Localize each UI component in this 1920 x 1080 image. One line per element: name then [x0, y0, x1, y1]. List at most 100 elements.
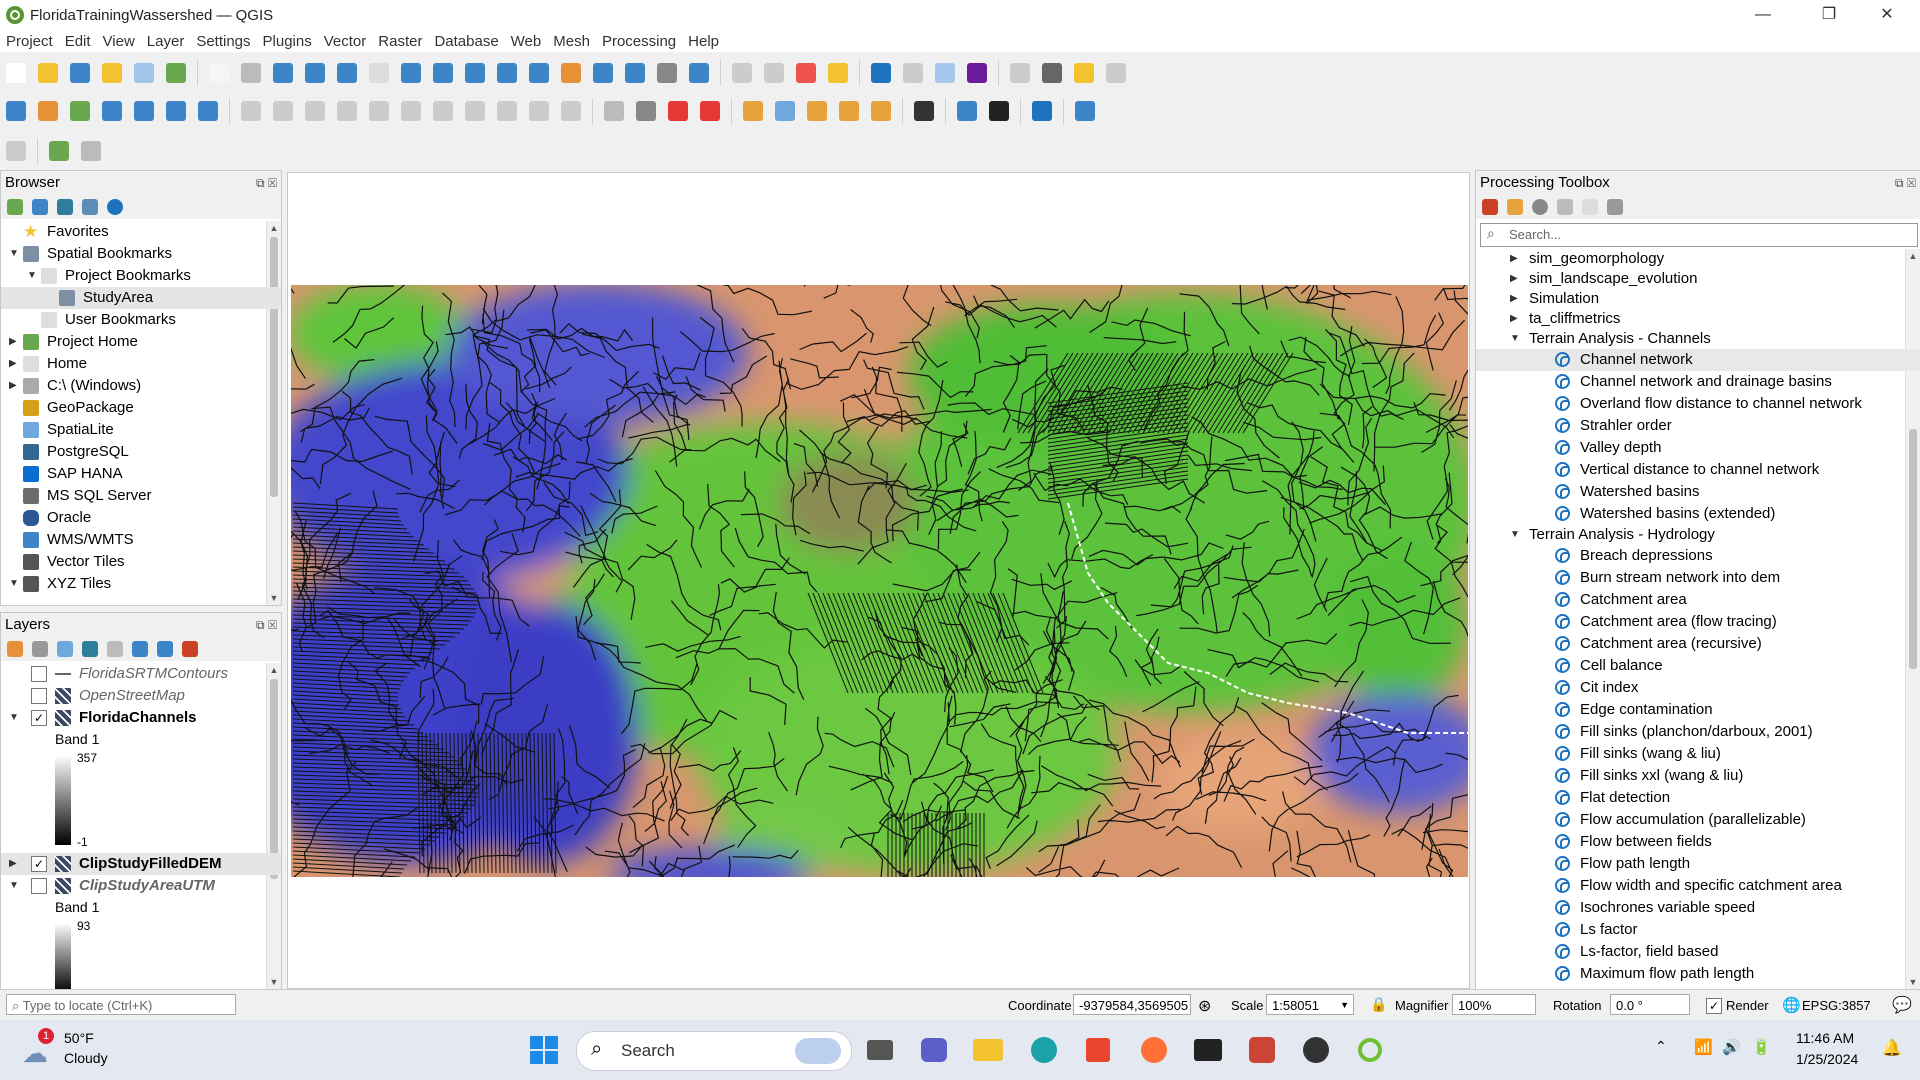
processing-algorithm[interactable]: Strahler order [1476, 415, 1920, 437]
browser-item-postgresql[interactable]: PostgreSQL [1, 441, 281, 463]
undefined-tool-32-icon[interactable] [964, 60, 990, 86]
undefined-tool-0-icon[interactable] [3, 60, 29, 86]
browser-item-home[interactable]: ▶ Home [1, 353, 281, 375]
teams-icon[interactable] [916, 1032, 952, 1068]
processing-algorithm[interactable]: Ls-factor, field based [1476, 941, 1920, 963]
processing-algorithm[interactable]: Ls factor [1476, 919, 1920, 941]
refresh-icon[interactable] [32, 199, 48, 215]
layer-item-floridasrtmcontours[interactable]: FloridaSRTMContours [1, 663, 281, 685]
undefined-tool-8-icon[interactable] [238, 98, 264, 124]
clock-time[interactable]: 11:46 AM [1796, 1030, 1854, 1046]
manage-themes-icon[interactable] [57, 641, 73, 657]
processing-group[interactable]: ▶ ta_cliffmetrics [1476, 309, 1920, 329]
processing-algorithm[interactable]: Watershed basins (extended) [1476, 503, 1920, 525]
rm-app-icon[interactable] [1298, 1032, 1334, 1068]
processing-algorithm[interactable]: Flow between fields [1476, 831, 1920, 853]
undefined-tool-1-icon[interactable] [35, 98, 61, 124]
raster-map[interactable] [288, 173, 1469, 988]
browser-item-wms-wmts[interactable]: WMS/WMTS [1, 529, 281, 551]
lock-icon[interactable]: 🔒 [1370, 996, 1387, 1013]
menu-layer[interactable]: Layer [141, 33, 191, 50]
chevron-right-icon[interactable]: ▶ [1510, 249, 1518, 269]
undefined-tool-14-icon[interactable] [430, 98, 456, 124]
menu-processing[interactable]: Processing [596, 33, 682, 50]
firefox-icon[interactable] [1136, 1032, 1172, 1068]
undefined-tool-20-icon[interactable] [601, 98, 627, 124]
browser-item-ms-sql-server[interactable]: MS SQL Server [1, 485, 281, 507]
processing-algorithm[interactable]: Cit index [1476, 677, 1920, 699]
menu-plugins[interactable]: Plugins [257, 33, 318, 50]
chevron-right-icon[interactable]: ▶ [1510, 269, 1518, 289]
layer-item-floridachannels[interactable]: ▼ ✓ FloridaChannels [1, 707, 281, 729]
processing-search-field[interactable]: ⌕ Search... [1480, 223, 1918, 247]
menu-mesh[interactable]: Mesh [547, 33, 596, 50]
processing-algorithm[interactable]: Isochrones variable speed [1476, 897, 1920, 919]
undefined-tool-0-icon[interactable] [3, 98, 29, 124]
undefined-tool-20-icon[interactable] [622, 60, 648, 86]
undefined-tool-9-icon[interactable] [270, 98, 296, 124]
undefined-tool-15-icon[interactable] [462, 98, 488, 124]
undefined-tool-29-icon[interactable] [868, 60, 894, 86]
panel-float-close-icons[interactable]: ⧉ ☒ [1895, 171, 1916, 195]
qgis-taskbar-icon[interactable] [1352, 1032, 1388, 1068]
undefined-tool-1-icon[interactable] [35, 60, 61, 86]
battery-icon[interactable]: 🔋 [1752, 1038, 1771, 1056]
undefined-tool-11-icon[interactable] [334, 60, 360, 86]
chevron-right-icon[interactable]: ▶ [1510, 289, 1518, 309]
browser-item-user-bookmarks[interactable]: User Bookmarks [1, 309, 281, 331]
undefined-tool-10-icon[interactable] [302, 60, 328, 86]
undefined-tool-21-icon[interactable] [654, 60, 680, 86]
menu-raster[interactable]: Raster [372, 33, 428, 50]
edit-features-icon[interactable] [1582, 199, 1598, 215]
undefined-tool-0-icon[interactable] [3, 138, 29, 164]
taskbar-search[interactable]: ⌕ Search [576, 1031, 852, 1071]
undefined-tool-5-icon[interactable] [163, 98, 189, 124]
file-explorer-icon[interactable] [970, 1032, 1006, 1068]
panel-float-close-icons[interactable]: ⧉ ☒ [256, 171, 277, 195]
processing-algorithm[interactable]: Cell balance [1476, 655, 1920, 677]
close-button[interactable]: ✕ [1864, 0, 1910, 30]
undefined-tool-13-icon[interactable] [398, 98, 424, 124]
processing-algorithm[interactable]: Overland flow distance to channel networ… [1476, 393, 1920, 415]
undefined-tool-5-icon[interactable] [163, 60, 189, 86]
undefined-tool-27-icon[interactable] [825, 60, 851, 86]
browser-item-geopackage[interactable]: GeoPackage [1, 397, 281, 419]
undefined-tool-36-icon[interactable] [1029, 98, 1055, 124]
undefined-tool-35-icon[interactable] [1039, 60, 1065, 86]
snipping-tool-icon[interactable] [1244, 1032, 1280, 1068]
chevron-down-icon[interactable]: ▼ [1510, 329, 1520, 349]
filter-expression-icon[interactable] [107, 641, 123, 657]
undefined-tool-2-icon[interactable] [46, 138, 72, 164]
processing-algorithm[interactable]: Watershed basins [1476, 481, 1920, 503]
options-wrench-icon[interactable] [1607, 199, 1623, 215]
minimize-button[interactable]: — [1740, 0, 1786, 30]
notification-bell-icon[interactable]: 🔔 [1882, 1038, 1902, 1058]
map-canvas[interactable] [287, 172, 1470, 989]
processing-algorithm[interactable]: Valley depth [1476, 437, 1920, 459]
magnifier-field[interactable]: 100% [1452, 994, 1536, 1015]
chevron-right-icon[interactable]: ▶ [9, 331, 17, 353]
undefined-tool-29-icon[interactable] [868, 98, 894, 124]
layer-item-openstreetmap[interactable]: OpenStreetMap [1, 685, 281, 707]
undefined-tool-3-icon[interactable] [99, 98, 125, 124]
filter-legend-icon[interactable] [82, 641, 98, 657]
chevron-down-icon[interactable]: ▼ [9, 707, 19, 729]
undefined-tool-17-icon[interactable] [526, 98, 552, 124]
undefined-tool-23-icon[interactable] [697, 98, 723, 124]
rotation-field[interactable]: 0.0 ° [1610, 994, 1690, 1015]
undefined-tool-22-icon[interactable] [665, 98, 691, 124]
processing-algorithm[interactable]: Fill sinks (wang & liu) [1476, 743, 1920, 765]
browser-item-oracle[interactable]: Oracle [1, 507, 281, 529]
clock-date[interactable]: 1/25/2024 [1796, 1051, 1858, 1067]
browser-item-spatialite[interactable]: SpatiaLite [1, 419, 281, 441]
undefined-tool-12-icon[interactable] [366, 98, 392, 124]
undefined-tool-3-icon[interactable] [99, 60, 125, 86]
results-viewer-icon[interactable] [1557, 199, 1573, 215]
undefined-tool-4-icon[interactable] [131, 98, 157, 124]
processing-group[interactable]: ▶ sim_geomorphology [1476, 249, 1920, 269]
undefined-tool-36-icon[interactable] [1071, 60, 1097, 86]
scale-field[interactable]: 1:58051 ▼ [1266, 994, 1354, 1015]
chevron-down-icon[interactable]: ▼ [9, 573, 19, 595]
layer-visibility-checkbox[interactable] [31, 878, 47, 894]
processing-algorithm[interactable]: Breach depressions [1476, 545, 1920, 567]
